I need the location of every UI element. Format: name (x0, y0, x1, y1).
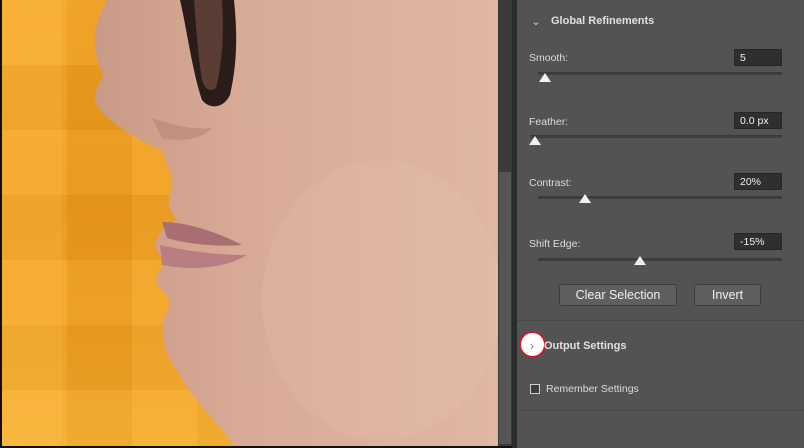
shift-edge-label: Shift Edge: (529, 238, 581, 250)
global-refinements-header[interactable]: ⌄ Global Refinements (529, 10, 654, 32)
shift-edge-slider-track[interactable] (538, 258, 782, 261)
invert-button[interactable]: Invert (694, 284, 761, 306)
scrollbar-thumb[interactable] (499, 172, 511, 444)
contrast-slider-track[interactable] (538, 196, 782, 199)
image-canvas[interactable] (2, 0, 498, 446)
properties-panel: ⌄ Global Refinements Smooth: 5 Feather: … (517, 0, 804, 448)
remember-settings-checkbox[interactable] (530, 384, 540, 394)
global-refinements-title: Global Refinements (551, 15, 655, 27)
feather-slider-thumb[interactable] (529, 136, 541, 145)
contrast-field[interactable]: 20% (734, 173, 782, 190)
section-divider (517, 320, 804, 321)
smooth-field[interactable]: 5 (734, 49, 782, 66)
contrast-slider-thumb[interactable] (579, 194, 591, 203)
shift-edge-slider-thumb[interactable] (634, 256, 646, 265)
chevron-down-icon[interactable]: ⌄ (529, 15, 543, 28)
smooth-slider-track[interactable] (538, 72, 782, 75)
feather-field[interactable]: 0.0 px (734, 112, 782, 129)
chevron-right-icon[interactable]: › (525, 339, 539, 353)
contrast-label: Contrast: (529, 177, 572, 189)
output-settings-title: Output Settings (544, 340, 627, 352)
shift-edge-field[interactable]: -15% (734, 233, 782, 250)
output-settings-header[interactable]: › Output Settings (525, 335, 627, 357)
remember-settings-label: Remember Settings (546, 383, 639, 395)
feather-label: Feather: (529, 116, 569, 128)
smooth-label: Smooth: (529, 52, 569, 64)
clear-selection-button[interactable]: Clear Selection (559, 284, 677, 306)
app-frame: ⌄ Global Refinements Smooth: 5 Feather: … (0, 0, 804, 448)
canvas-scrollbar[interactable] (498, 0, 512, 446)
face-profile-photo (94, 0, 498, 446)
smooth-slider-thumb[interactable] (539, 73, 551, 82)
bottom-divider (517, 410, 804, 411)
feather-slider-track[interactable] (530, 135, 782, 138)
